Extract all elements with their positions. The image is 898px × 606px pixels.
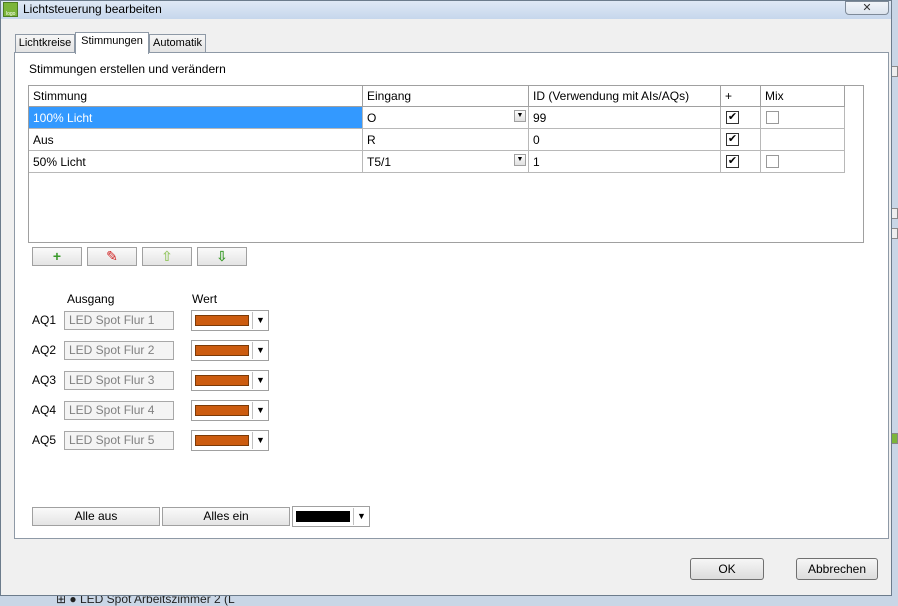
plus-icon: + [52, 248, 62, 264]
eraser-icon: ✎ [106, 248, 118, 264]
dropdown-arrow-icon[interactable]: ▼ [514, 154, 526, 166]
plus-checkbox[interactable]: ✔ [726, 133, 739, 146]
color-picker[interactable]: ▼ [191, 370, 269, 391]
tab-lichtkreise[interactable]: Lichtkreise [15, 34, 75, 53]
chevron-down-icon[interactable]: ▼ [252, 372, 268, 389]
header-ausgang: Ausgang [67, 292, 115, 306]
chevron-down-icon[interactable]: ▼ [252, 432, 268, 449]
app-icon: logo [3, 2, 18, 17]
output-label: AQ1 [32, 313, 57, 327]
add-button[interactable]: + [32, 247, 82, 266]
cell-eingang-value: O [367, 111, 377, 125]
output-label: AQ5 [32, 433, 57, 447]
column-header-plus[interactable]: + [721, 86, 761, 107]
output-name-field: LED Spot Flur 4 [64, 401, 174, 420]
erase-button[interactable]: ✎ [87, 247, 137, 266]
column-header-eingang[interactable]: Eingang [363, 86, 529, 107]
cell-stimmung[interactable]: Aus [29, 129, 363, 151]
output-label: AQ4 [32, 403, 57, 417]
chevron-down-icon[interactable]: ▼ [252, 312, 268, 329]
output-name-field: LED Spot Flur 5 [64, 431, 174, 450]
output-label: AQ2 [32, 343, 57, 357]
cell-eingang[interactable]: T5/1 ▼ [363, 151, 529, 173]
cell-id[interactable]: 1 [529, 151, 721, 173]
close-button[interactable]: ✕ [845, 1, 889, 15]
cell-mix [761, 129, 845, 151]
ok-button[interactable]: OK [690, 558, 764, 580]
color-swatch [195, 345, 249, 356]
plus-checkbox[interactable]: ✔ [726, 111, 739, 124]
column-header-mix[interactable]: Mix [761, 86, 845, 107]
chevron-down-icon[interactable]: ▼ [252, 342, 268, 359]
arrow-down-icon: ⇩ [216, 248, 228, 264]
plus-checkbox[interactable]: ✔ [726, 155, 739, 168]
color-picker-all[interactable]: ▼ [292, 506, 370, 527]
color-swatch [195, 315, 249, 326]
color-picker[interactable]: ▼ [191, 340, 269, 361]
alle-aus-button[interactable]: Alle aus [32, 507, 160, 526]
cell-mix [761, 107, 845, 129]
dialog-window: logo Lichtsteuerung bearbeiten ✕ Lichtkr… [0, 0, 892, 596]
color-swatch [296, 511, 350, 522]
color-picker[interactable]: ▼ [191, 400, 269, 421]
color-picker[interactable]: ▼ [191, 310, 269, 331]
output-name-field: LED Spot Flur 2 [64, 341, 174, 360]
column-header-stimmung[interactable]: Stimmung [29, 86, 363, 107]
arrow-up-icon: ⇧ [161, 248, 173, 264]
color-swatch [195, 405, 249, 416]
tab-automatik[interactable]: Automatik [149, 34, 206, 53]
move-down-button[interactable]: ⇩ [197, 247, 247, 266]
cell-plus: ✔ [721, 129, 761, 151]
tab-stimmungen[interactable]: Stimmungen [75, 32, 149, 54]
cell-eingang[interactable]: R [363, 129, 529, 151]
color-swatch [195, 375, 249, 386]
cell-id[interactable]: 0 [529, 129, 721, 151]
cell-stimmung[interactable]: 100% Licht [29, 107, 363, 129]
window-title: Lichtsteuerung bearbeiten [23, 2, 162, 16]
color-picker[interactable]: ▼ [191, 430, 269, 451]
color-swatch [195, 435, 249, 446]
stimmungen-grid: Stimmung Eingang ID (Verwendung mit AIs/… [28, 85, 864, 243]
title-bar: logo Lichtsteuerung bearbeiten ✕ [1, 1, 891, 19]
cell-plus: ✔ [721, 151, 761, 173]
output-label: AQ3 [32, 373, 57, 387]
cell-eingang[interactable]: O ▼ [363, 107, 529, 129]
chevron-down-icon[interactable]: ▼ [252, 402, 268, 419]
dropdown-arrow-icon[interactable]: ▼ [514, 110, 526, 122]
move-up-button[interactable]: ⇧ [142, 247, 192, 266]
alle-ein-button[interactable]: Alles ein [162, 507, 290, 526]
mix-checkbox[interactable] [766, 111, 779, 124]
group-label: Stimmungen erstellen und verändern [29, 62, 226, 76]
cancel-button[interactable]: Abbrechen [796, 558, 878, 580]
cell-stimmung[interactable]: 50% Licht [29, 151, 363, 173]
output-name-field: LED Spot Flur 3 [64, 371, 174, 390]
cell-plus: ✔ [721, 107, 761, 129]
column-header-id[interactable]: ID (Verwendung mit AIs/AQs) [529, 86, 721, 107]
cell-id[interactable]: 99 [529, 107, 721, 129]
cell-eingang-value: T5/1 [367, 155, 392, 169]
cell-mix [761, 151, 845, 173]
output-name-field: LED Spot Flur 1 [64, 311, 174, 330]
mix-checkbox[interactable] [766, 155, 779, 168]
chevron-down-icon[interactable]: ▼ [353, 508, 369, 525]
header-wert: Wert [192, 292, 218, 306]
